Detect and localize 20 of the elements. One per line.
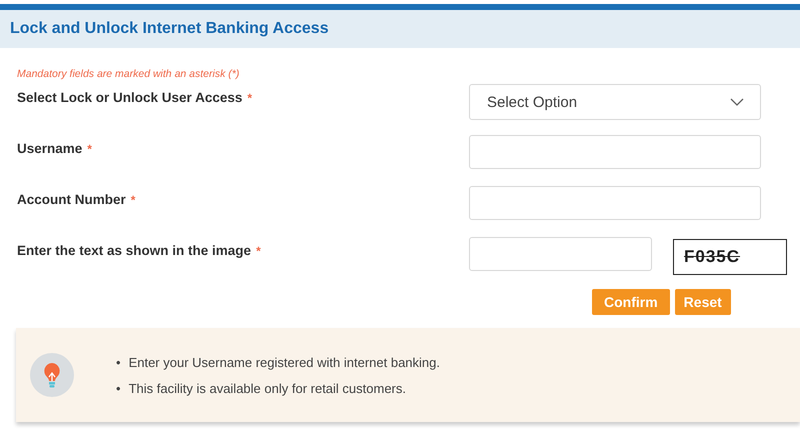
lightbulb-icon — [30, 353, 74, 397]
info-text: This facility is available only for retail customers. — [128, 380, 406, 396]
select-value: Select Option — [487, 94, 578, 110]
info-text: Enter your Username registered with internet banking. — [128, 354, 440, 370]
field-label: Select Lock or Unlock User Access * — [17, 89, 254, 105]
bullet: • — [116, 354, 121, 370]
mandatory-note: Mandatory fields are marked with an asterisk (*) — [17, 68, 240, 80]
select-dropdown[interactable]: Select Option — [469, 84, 761, 120]
input-field[interactable] — [469, 186, 761, 220]
confirm-button[interactable]: Confirm — [592, 289, 670, 315]
field-label: Account Number * — [17, 191, 136, 207]
input-field[interactable] — [469, 135, 761, 169]
captcha-text: F035C — [684, 247, 740, 267]
page-title: Lock and Unlock Internet Banking Access — [10, 20, 329, 38]
chevron-down-icon — [730, 98, 744, 106]
reset-button[interactable]: Reset — [674, 289, 731, 315]
field-label: Enter the text as shown in the image * — [17, 242, 262, 258]
field-label: Username * — [17, 140, 93, 156]
captcha-input-field[interactable] — [469, 237, 652, 271]
bullet: • — [116, 380, 121, 396]
